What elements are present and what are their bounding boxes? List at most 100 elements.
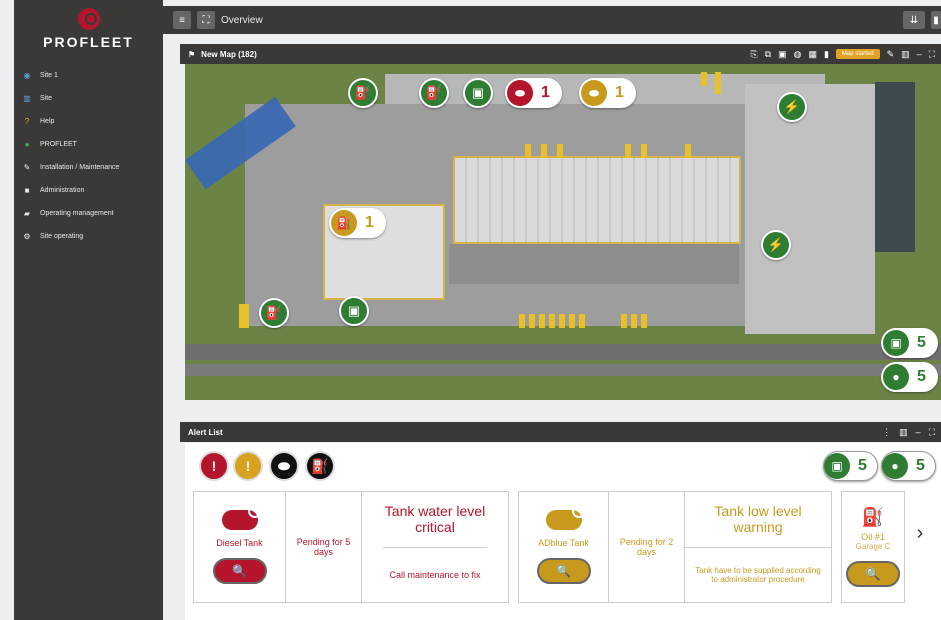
alert-detail-cell: Tank water level critical Call maintenan… (362, 492, 508, 602)
fuel-pump-pin[interactable]: ⛽ (419, 78, 449, 108)
gear-icon: ⚙ (23, 232, 31, 241)
critical-filter-icon[interactable]: ! (199, 451, 229, 481)
alert-title: Tank low level warning (714, 503, 802, 536)
charging-pin[interactable]: ⚡ (761, 230, 791, 260)
columns-icon[interactable]: ▥ (899, 427, 908, 438)
alert-station-count[interactable]: ▣ 5 (823, 451, 878, 481)
station-icon: ▣ (883, 330, 909, 356)
user-icon: ● (24, 140, 30, 149)
station-count-pin[interactable]: ▣ 5 (881, 328, 938, 358)
alert-card-adblue: ADblue Tank 🔍 Pending for 2 days Tank lo… (518, 491, 832, 603)
map-panel-title: New Map (182) (201, 49, 257, 59)
red-tank-alert-pin[interactable]: ⬬ 1 (505, 78, 562, 108)
station-icon: ▣ (824, 453, 850, 479)
topbar-actions: ⇊ ▮ (897, 11, 941, 29)
map-status-badge[interactable]: Map started (835, 49, 880, 59)
flag-icon: ⚑ (188, 49, 196, 59)
sidebar-item-label: Operating management (40, 210, 114, 217)
person-count: 5 (917, 368, 926, 385)
sidebar-item-label: Administration (40, 187, 85, 194)
menu-icon[interactable]: ≡ (173, 11, 191, 29)
layers-icon[interactable]: ⧉ (765, 49, 771, 60)
more-icon[interactable]: ⋮ (882, 427, 891, 438)
sidebar-item-label: Site operating (40, 233, 84, 240)
alert-card-oil: ⛽ Oil #1 Garage C 🔍 (841, 491, 905, 603)
alert-pending-cell: Pending for 5 days (286, 492, 362, 602)
sidebar-item-site[interactable]: ▥ Site (14, 87, 163, 110)
export-icon[interactable]: ⎘ (750, 49, 757, 60)
station-count: 5 (858, 457, 867, 474)
expand-icon[interactable]: ⛶ (929, 427, 935, 438)
question-icon: ? (24, 117, 30, 126)
alert-action: Call maintenance to fix (383, 546, 487, 603)
folder-icon: ■ (24, 186, 30, 195)
map-panel-header: ⚑ New Map (182) ⎘ ⧉ ▣ ◍ ▦ ▮ Map started … (180, 44, 941, 64)
sidebar-item-label: Help (40, 118, 55, 125)
sidebar-item-profleet[interactable]: ● PROFLEET (14, 133, 163, 156)
minimize-icon[interactable]: – (916, 427, 921, 438)
oil-can-icon: ⛽ (331, 210, 357, 236)
dispenser-pin[interactable]: ▣ (463, 78, 493, 108)
alert-asset-cell: Diesel Tank 🔍 (194, 492, 286, 602)
station-pin[interactable]: ⛽ (348, 78, 378, 108)
tank-icon: ⬬ (507, 80, 533, 106)
sidebar-item-administration[interactable]: ■ Administration (14, 179, 163, 202)
trash-icon[interactable]: ▮ (824, 49, 829, 60)
collapse-icon[interactable]: ⇊ (903, 11, 925, 29)
sidebar-item-installation[interactable]: ✎ Installation / Maintenance (14, 156, 163, 179)
location-icon[interactable]: ◍ (794, 49, 802, 60)
map-toolbar: ⎘ ⧉ ▣ ◍ ▦ ▮ Map started ✎ ▥ – ⛶ (750, 49, 935, 60)
image-icon[interactable]: ▣ (778, 49, 787, 60)
charging-pin[interactable]: ⚡ (777, 92, 807, 122)
grid-icon[interactable]: ▦ (808, 49, 817, 60)
asset-location: Garage C (855, 542, 891, 551)
logo: PROFLEET (14, 8, 163, 50)
sidebar-item-site-1[interactable]: ◉ Site 1 (14, 64, 163, 87)
gold-tank-count: 1 (615, 84, 624, 101)
app: PROFLEET ◉ Site 1 ▥ Site ? Help ● PROFLEET ✎… (0, 0, 941, 620)
sidebar-item-label: PROFLEET (40, 141, 77, 148)
person-icon: ● (883, 364, 909, 390)
chevron-right-icon[interactable]: › (912, 522, 928, 544)
topbar: ≡ ⛶ Overview ⇊ ▮ (163, 6, 941, 34)
red-tank-count: 1 (541, 84, 550, 101)
alert-title: Tank water level critical (384, 503, 486, 536)
edit-icon[interactable]: ✎ (887, 49, 895, 60)
warning-filter-icon[interactable]: ! (233, 451, 263, 481)
oil-filter-icon[interactable]: ⛽ (305, 451, 335, 481)
alert-panel-title: Alert List (188, 427, 223, 437)
alert-action: Tank have to be supplied according to ad… (685, 546, 831, 603)
columns-icon[interactable]: ▥ (901, 49, 910, 60)
person-count-pin[interactable]: ● 5 (881, 362, 938, 392)
building-icon: ▥ (23, 94, 31, 103)
brand-name: PROFLEET (43, 34, 134, 50)
search-button[interactable]: 🔍 (846, 561, 900, 587)
sidebar-item-label: Installation / Maintenance (40, 164, 120, 171)
sidebar-item-site-operating[interactable]: ⚙ Site operating (14, 225, 163, 248)
panel-icon[interactable]: ▮ (931, 11, 941, 29)
site-map[interactable]: ⛽ ⛽ ▣ ⬬ 1 ⬬ 1 ⛽ 1 ⚡ ⚡ ⛽ ▣ ▣ 5 ● 5 (185, 64, 941, 400)
minimize-icon[interactable]: – (917, 49, 922, 59)
diesel-tank-icon (221, 504, 262, 530)
tank-icon: ⬬ (581, 80, 607, 106)
alert-person-count[interactable]: ● 5 (881, 451, 936, 481)
expand-icon[interactable]: ⛶ (929, 49, 935, 60)
oil-alert-pin[interactable]: ⛽ 1 (329, 208, 386, 238)
alert-list: ! ! ⬬ ⛽ ▣ 5 ● 5 Diesel Tank 🔍 Pending fo… (185, 443, 941, 620)
gold-tank-alert-pin[interactable]: ⬬ 1 (579, 78, 636, 108)
dispenser-pin[interactable]: ▣ (339, 296, 369, 326)
alert-pending-cell: Pending for 2 days (609, 492, 685, 602)
alert-toolbar: ⋮ ▥ – ⛶ (882, 427, 935, 438)
fullscreen-icon[interactable]: ⛶ (197, 11, 215, 29)
tank-filter-icon[interactable]: ⬬ (269, 451, 299, 481)
station-pin[interactable]: ⛽ (259, 298, 289, 328)
sidebar-item-label: Site (40, 95, 53, 102)
sidebar-item-help[interactable]: ? Help (14, 110, 163, 133)
pending-label: Pending for 5 days (296, 537, 351, 557)
asset-name: Diesel Tank (216, 538, 263, 548)
search-button[interactable]: 🔍 (212, 558, 267, 584)
sidebar-item-operating-management[interactable]: ▰ Operating management (14, 202, 163, 225)
alert-asset-cell: ADblue Tank 🔍 (519, 492, 609, 602)
search-button[interactable]: 🔍 (536, 558, 591, 584)
adblue-tank-icon (545, 504, 586, 530)
